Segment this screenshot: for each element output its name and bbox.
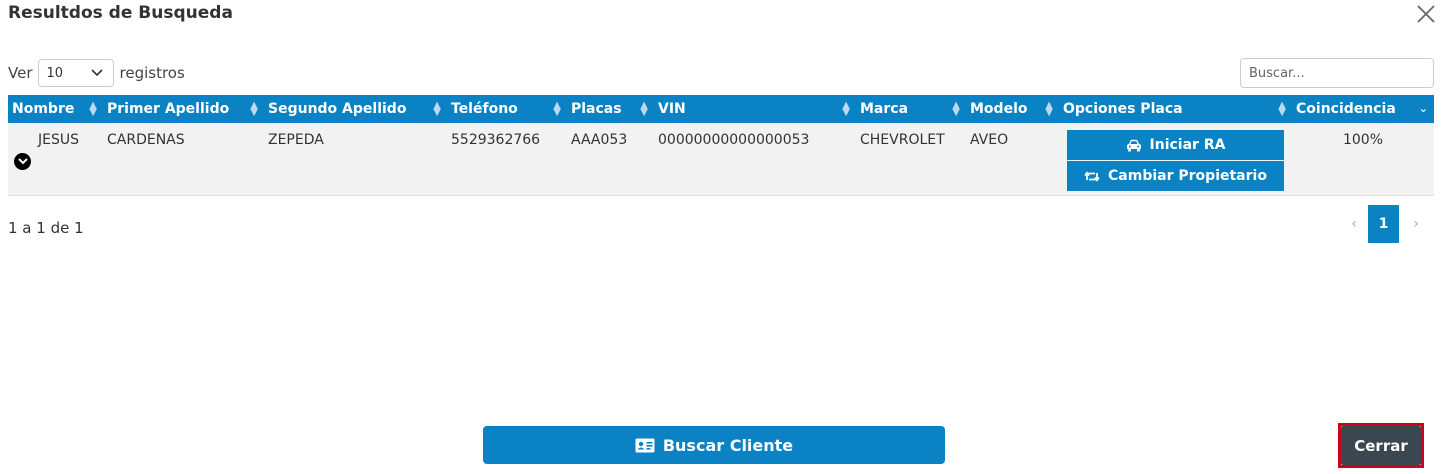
cell-telefono: 5529362766: [447, 123, 567, 196]
sort-icon: ▲ ▼: [553, 100, 561, 118]
column-header-segundo-apellido[interactable]: Segundo Apellido ▲ ▼: [264, 95, 447, 123]
column-header-modelo[interactable]: Modelo ▲ ▼: [966, 95, 1059, 123]
sort-icon: ▲ ▼: [433, 100, 441, 118]
cell-vin: 00000000000000053: [654, 123, 856, 196]
cell-placas: AAA053: [567, 123, 654, 196]
column-header-nombre[interactable]: Nombre ▲ ▼: [8, 95, 103, 123]
pagination-previous[interactable]: ‹: [1340, 205, 1368, 243]
cell-primer-apellido: CARDENAS: [103, 123, 264, 196]
column-header-placas[interactable]: Placas ▲ ▼: [567, 95, 654, 123]
table-header-row: Nombre ▲ ▼ Primer Apellido ▲ ▼ Segundo Apell…: [8, 95, 1434, 123]
id-card-icon: [635, 438, 655, 453]
sort-icon: ▲ ▼: [640, 100, 648, 118]
iniciar-ra-button[interactable]: Iniciar RA: [1067, 130, 1284, 160]
column-header-telefono[interactable]: Teléfono ▲ ▼: [447, 95, 567, 123]
modal-title: Resultdos de Busqueda: [8, 3, 233, 23]
length-menu: Ver 10 registros: [8, 58, 185, 88]
cerrar-button[interactable]: Cerrar: [1341, 426, 1421, 465]
table-info: 1 a 1 de 1: [8, 219, 84, 237]
column-header-opciones-placa[interactable]: Opciones Placa ▲ ▼: [1059, 95, 1292, 123]
cell-marca: CHEVROLET: [856, 123, 966, 196]
sort-icon: ▲ ▼: [842, 100, 850, 118]
sort-icon: ▲ ▼: [1045, 100, 1053, 118]
cell-coincidencia: 100%: [1292, 123, 1434, 196]
pagination-next[interactable]: ›: [1402, 205, 1430, 243]
column-header-marca[interactable]: Marca ▲ ▼: [856, 95, 966, 123]
sort-icon: ▲ ▼: [89, 100, 97, 118]
buscar-cliente-label: Buscar Cliente: [662, 435, 794, 455]
iniciar-ra-label: Iniciar RA: [1149, 137, 1226, 153]
length-suffix: registros: [119, 64, 185, 82]
sort-icon: ▲ ▼: [1278, 100, 1286, 118]
column-header-vin[interactable]: VIN ▲ ▼: [654, 95, 856, 123]
cambiar-propietario-label: Cambiar Propietario: [1108, 168, 1267, 184]
car-icon: [1126, 139, 1142, 152]
column-header-coincidencia[interactable]: Coincidencia ⌄: [1292, 95, 1434, 123]
expand-row-icon[interactable]: [14, 153, 31, 170]
cerrar-highlight: Cerrar: [1338, 423, 1424, 468]
buscar-cliente-button[interactable]: Buscar Cliente: [483, 426, 945, 464]
cell-segundo-apellido: ZEPEDA: [264, 123, 447, 196]
cambiar-propietario-button[interactable]: Cambiar Propietario: [1067, 161, 1284, 191]
close-icon[interactable]: [1414, 2, 1438, 26]
sort-desc-icon: ⌄: [1418, 102, 1428, 115]
search-input[interactable]: [1240, 58, 1434, 88]
retweet-icon: [1084, 170, 1100, 183]
length-value: 10: [46, 65, 64, 81]
pagination-page-1[interactable]: 1: [1368, 205, 1399, 243]
chevron-down-icon: [90, 66, 103, 81]
length-prefix: Ver: [8, 64, 33, 82]
cell-modelo: AVEO: [966, 123, 1059, 196]
sort-icon: ▲ ▼: [250, 100, 258, 118]
length-select[interactable]: 10: [37, 59, 114, 87]
column-header-primer-apellido[interactable]: Primer Apellido ▲ ▼: [103, 95, 264, 123]
sort-icon: ▲ ▼: [952, 100, 960, 118]
